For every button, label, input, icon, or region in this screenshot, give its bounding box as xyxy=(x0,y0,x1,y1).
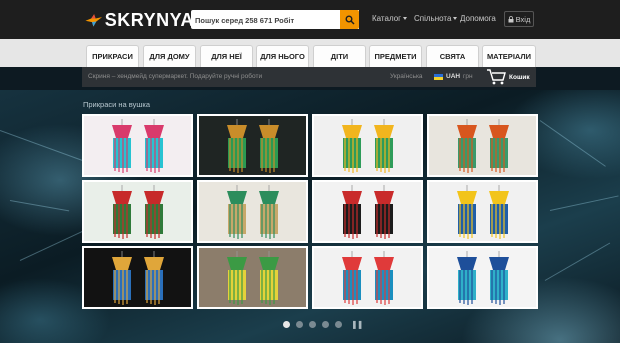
cart-icon xyxy=(487,69,506,85)
product-tile[interactable] xyxy=(312,246,423,309)
product-tile[interactable] xyxy=(312,180,423,243)
carousel-dot[interactable] xyxy=(322,321,329,328)
logo-text: SKRYNYA xyxy=(104,9,194,30)
category-tab[interactable]: ПРЕДМЕТИ xyxy=(369,45,422,67)
product-tile[interactable] xyxy=(82,114,193,177)
sunflower-beaded-earrings-icon xyxy=(314,116,421,175)
product-tile[interactable] xyxy=(427,114,538,177)
currency-symbol[interactable]: грн xyxy=(463,73,473,80)
product-tile[interactable] xyxy=(427,246,538,309)
nav-community[interactable]: Спільнота xyxy=(414,14,458,23)
category-tab-label: ДЛЯ ДОМУ xyxy=(149,52,190,61)
nav-catalog-label: Каталог xyxy=(372,14,402,23)
product-tile[interactable] xyxy=(197,180,308,243)
carousel-dot[interactable] xyxy=(296,321,303,328)
nav-help-label: Допомога xyxy=(460,14,496,23)
category-tab[interactable]: ДІТИ xyxy=(313,45,366,67)
green-fringe-earrings-icon xyxy=(199,182,306,241)
carousel-dots: ❚❚ xyxy=(283,320,363,329)
geometric-beaded-earrings-icon xyxy=(314,248,421,307)
currency-code[interactable]: UAH xyxy=(446,73,460,80)
heart-beaded-earrings-icon xyxy=(84,116,191,175)
tagline: Скриня – хендмейд супермаркет. Подаруйте… xyxy=(88,73,263,80)
red-fringe-earrings-icon xyxy=(314,182,421,241)
search-icon xyxy=(345,15,355,25)
chevron-down-icon xyxy=(453,17,458,21)
category-tab[interactable]: МАТЕРІАЛИ xyxy=(482,45,536,67)
category-tab[interactable]: ДЛЯ ДОМУ xyxy=(143,45,196,67)
carousel-dot[interactable] xyxy=(335,321,342,328)
red-roses-beaded-earrings-icon xyxy=(84,182,191,241)
category-tab[interactable]: ДЛЯ НЬОГО xyxy=(256,45,309,67)
product-tile[interactable] xyxy=(427,180,538,243)
search-box xyxy=(191,10,359,30)
language-selector[interactable]: Українська xyxy=(390,73,423,80)
search-button[interactable] xyxy=(340,10,359,29)
pause-icon[interactable]: ❚❚ xyxy=(351,320,363,329)
category-tab-label: ДЛЯ НЕЇ xyxy=(211,52,242,61)
search-input[interactable] xyxy=(191,11,337,30)
gold-fringe-earrings-icon xyxy=(84,248,191,307)
info-bar: Скриня – хендмейд супермаркет. Подаруйте… xyxy=(82,67,536,87)
top-navbar: SKRYNYA Каталог Спільнота Допомога Вхід xyxy=(0,0,620,39)
nav-help[interactable]: Допомога xyxy=(460,14,496,23)
category-tab[interactable]: ДЛЯ НЕЇ xyxy=(200,45,253,67)
category-tab-label: ДІТИ xyxy=(330,52,349,61)
lock-icon xyxy=(508,15,514,22)
category-tab-label: СВЯТА xyxy=(439,52,466,61)
category-tab[interactable]: ПРИКРАСИ xyxy=(86,45,139,67)
ukraine-flag-icon xyxy=(434,74,443,80)
carousel-dot[interactable] xyxy=(309,321,316,328)
site-logo[interactable]: SKRYNYA xyxy=(84,8,194,32)
category-bar: ПРИКРАСИ ДЛЯ ДОМУ ДЛЯ НЕЇ ДЛЯ НЬОГО ДІТИ… xyxy=(0,39,620,67)
product-tile[interactable] xyxy=(82,246,193,309)
product-tile[interactable] xyxy=(197,114,308,177)
cart-button[interactable]: Кошик xyxy=(486,68,534,86)
category-tab-label: ПРИКРАСИ xyxy=(92,52,133,61)
cart-label: Кошик xyxy=(509,74,530,81)
carousel-dot[interactable] xyxy=(283,321,290,328)
black-gold-beaded-earrings-icon xyxy=(199,116,306,175)
category-tab-label: ДЛЯ НЬОГО xyxy=(260,52,305,61)
login-label: Вхід xyxy=(515,14,531,24)
yellow-blue-earrings-icon xyxy=(429,182,536,241)
fringe-beaded-earrings-icon xyxy=(429,116,536,175)
category-tab-label: ПРЕДМЕТИ xyxy=(374,52,417,61)
bird-logo-icon xyxy=(85,14,103,27)
category-tab-label: МАТЕРІАЛИ xyxy=(486,52,532,61)
chevron-down-icon xyxy=(403,17,408,21)
blue-gradient-earrings-icon xyxy=(429,248,536,307)
product-tile[interactable] xyxy=(312,114,423,177)
product-tile[interactable] xyxy=(82,180,193,243)
login-button[interactable]: Вхід xyxy=(504,11,534,27)
nav-community-label: Спільнота xyxy=(414,14,452,23)
nav-catalog[interactable]: Каталог xyxy=(372,14,408,23)
green-yellow-earrings-icon xyxy=(199,248,306,307)
product-tile[interactable] xyxy=(197,246,308,309)
section-title: Прикраси на вушка xyxy=(83,100,150,109)
category-tab[interactable]: СВЯТА xyxy=(426,45,479,67)
hero-carousel: Прикраси на вушка ❚❚ xyxy=(0,90,620,343)
